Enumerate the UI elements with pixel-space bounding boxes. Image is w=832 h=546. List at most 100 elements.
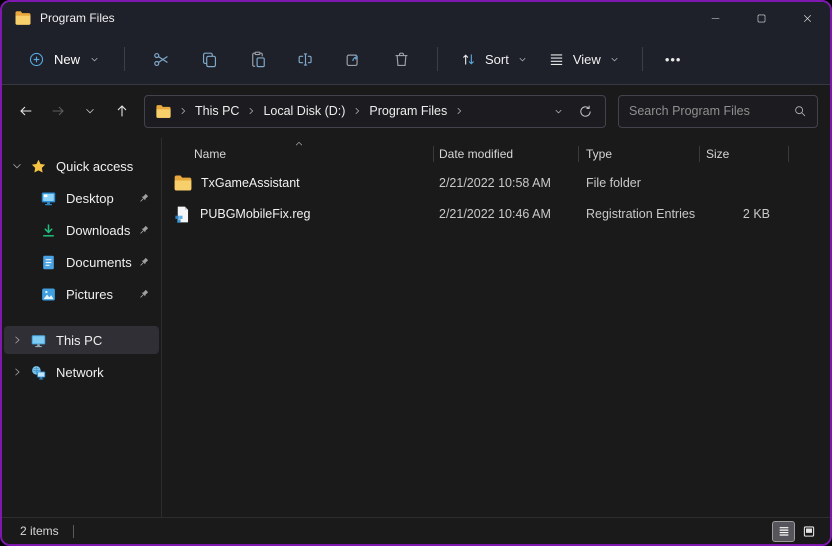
back-button[interactable] [10,95,42,127]
trash-icon [392,50,411,69]
pin-icon [137,288,150,301]
sidebar-item-label: Pictures [66,287,113,302]
folder-icon [14,9,32,27]
column-header-type[interactable]: Type [579,141,700,167]
sort-button[interactable]: Sort [450,44,538,75]
close-icon [801,12,814,25]
chevron-right-icon [11,366,23,378]
up-button[interactable] [106,95,138,127]
refresh-icon[interactable] [578,104,593,119]
sidebar-item-label: Network [56,365,104,380]
file-explorer-window: Program Files New [0,0,832,546]
new-button[interactable]: New [16,44,112,75]
sidebar-item-label: Documents [66,255,132,270]
expand-chevron[interactable] [4,334,30,346]
file-date-modified: 2/21/2022 10:58 AM [434,176,579,190]
sidebar-item-pictures[interactable]: Pictures [4,280,159,308]
address-dropdown-icon[interactable] [553,106,564,117]
star-icon [30,158,47,175]
file-row-pubgmobilefix-reg[interactable]: PUBGMobileFix.reg 2/21/2022 10:46 AM Reg… [162,199,830,229]
column-headers: Name Date modified Type Size [162,141,830,167]
paste-icon [248,50,267,69]
sidebar-item-label: Downloads [66,223,130,238]
search-input[interactable] [629,104,793,118]
cut-icon [152,50,171,69]
pictures-icon [40,286,57,303]
share-button[interactable] [329,40,377,78]
chevron-down-icon [84,105,96,117]
paste-button[interactable] [233,40,281,78]
expand-chevron[interactable] [4,366,30,378]
copy-button[interactable] [185,40,233,78]
sidebar-item-desktop[interactable]: Desktop [4,184,159,212]
documents-icon [40,254,57,271]
file-name: PUBGMobileFix.reg [200,207,310,221]
this-pc-icon [30,332,47,349]
file-date-modified: 2/21/2022 10:46 AM [434,207,579,221]
chevron-right-icon[interactable] [178,106,188,116]
file-row-txgameassistant[interactable]: TxGameAssistant 2/21/2022 10:58 AM File … [162,168,830,198]
folder-icon [155,103,172,120]
details-view-button[interactable] [772,521,795,542]
view-button[interactable]: View [538,44,630,75]
chevron-right-icon[interactable] [246,106,256,116]
toolbar-divider [437,47,438,71]
arrow-left-icon [18,103,34,119]
column-header-size[interactable]: Size [700,141,789,167]
see-more-button[interactable]: ••• [655,46,692,73]
navigation-pane: Quick access Desktop [2,138,162,517]
copy-icon [200,50,219,69]
toolbar-divider [642,47,643,71]
sort-button-label: Sort [485,52,509,67]
file-list: Name Date modified Type Size TxGameAssis… [162,138,830,517]
sidebar-item-this-pc[interactable]: This PC [4,326,159,354]
sort-icon [460,51,477,68]
cut-button[interactable] [137,40,185,78]
sidebar-item-label: This PC [56,333,102,348]
window-title: Program Files [40,11,115,25]
sidebar-item-quick-access[interactable]: Quick access [4,152,159,180]
maximize-icon [755,12,768,25]
search-icon[interactable] [793,104,807,118]
status-bar: 2 items [2,517,830,544]
breadcrumb-local-disk-d[interactable]: Local Disk (D:) [258,101,350,121]
pin-icon [137,256,150,269]
address-bar[interactable]: This PC Local Disk (D:) Program Files [144,95,606,128]
minimize-button[interactable] [692,2,738,34]
column-header-name[interactable]: Name [162,141,434,167]
chevron-down-icon [11,160,23,172]
expand-chevron[interactable] [4,160,30,172]
delete-button[interactable] [377,40,425,78]
recent-locations-button[interactable] [74,95,106,127]
toolbar-divider [124,47,125,71]
column-header-date-modified[interactable]: Date modified [434,141,579,167]
breadcrumb-this-pc[interactable]: This PC [190,101,244,121]
plus-circle-icon [28,51,45,68]
forward-button[interactable] [42,95,74,127]
file-type: File folder [579,176,700,190]
pin-icon [137,192,150,205]
breadcrumb-program-files[interactable]: Program Files [364,101,452,121]
status-divider [73,525,74,538]
maximize-button[interactable] [738,2,784,34]
sidebar-item-downloads[interactable]: Downloads [4,216,159,244]
navigation-bar: This PC Local Disk (D:) Program Files [2,85,830,137]
network-icon [30,364,47,381]
chevron-down-icon [609,54,620,65]
sidebar-item-documents[interactable]: Documents [4,248,159,276]
chevron-right-icon[interactable] [454,106,464,116]
chevron-right-icon[interactable] [352,106,362,116]
file-name: TxGameAssistant [201,176,300,190]
command-bar: New [2,34,830,85]
search-box [618,95,818,128]
folder-icon [173,173,193,193]
large-icons-view-button[interactable] [797,521,820,542]
rename-button[interactable] [281,40,329,78]
new-button-label: New [54,52,80,67]
arrow-up-icon [114,103,130,119]
sidebar-item-network[interactable]: Network [4,358,159,386]
registry-file-icon [173,205,192,224]
close-button[interactable] [784,2,830,34]
downloads-icon [40,222,57,239]
arrow-right-icon [50,103,66,119]
